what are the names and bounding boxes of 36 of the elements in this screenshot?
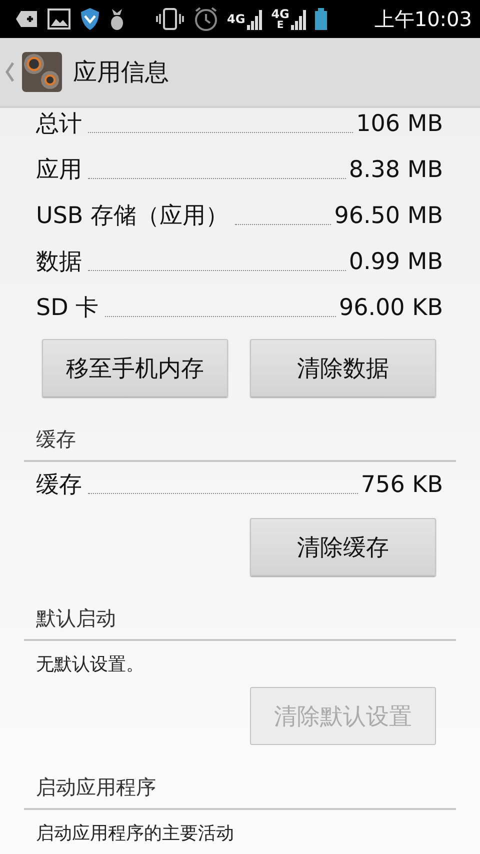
alarm-icon — [193, 6, 219, 32]
network-type-label: 4G — [271, 8, 290, 20]
storage-label: 应用 — [36, 156, 82, 184]
storage-label: 总计 — [36, 110, 82, 138]
action-button[interactable]: 移至手机内存 — [42, 339, 228, 397]
add-notification-icon — [15, 9, 39, 29]
section-header: 默认启动 — [24, 576, 456, 641]
bomb-icon — [109, 7, 125, 31]
section-header: 启动应用程序 — [24, 745, 456, 810]
action-button[interactable]: 清除数据 — [250, 339, 436, 397]
storage-value: 8.38 MB — [348, 156, 443, 184]
info-text: 启动应用程序的主要活动 — [35, 822, 235, 846]
section-header: 缓存 — [24, 397, 456, 462]
vibrate-icon — [155, 7, 185, 31]
storage-label: 缓存 — [36, 471, 82, 499]
storage-label: 数据 — [36, 248, 82, 276]
battery-icon — [315, 7, 328, 31]
storage-value: 96.00 KB — [338, 294, 443, 322]
gears-icon — [21, 51, 63, 93]
back-icon[interactable] — [5, 61, 15, 83]
status-time: 上午10:03 — [374, 6, 472, 32]
screen-title: 应用信息 — [73, 57, 169, 88]
storage-label: USB 存储（应用） — [36, 202, 229, 230]
signal-icon — [247, 7, 264, 31]
action-button[interactable]: 清除缓存 — [250, 518, 436, 576]
network-type-label: E — [276, 20, 284, 30]
shield-icon — [79, 7, 101, 31]
info-text: 无默认设置。 — [35, 653, 145, 677]
storage-value: 96.50 MB — [334, 202, 443, 230]
network-type-label: 4G — [227, 13, 246, 25]
image-icon — [47, 8, 71, 30]
signal-icon — [291, 7, 308, 31]
storage-value: 106 MB — [356, 110, 443, 138]
storage-value: 756 KB — [360, 471, 443, 499]
storage-label: SD 卡 — [36, 294, 99, 322]
storage-value: 0.99 MB — [348, 248, 443, 276]
